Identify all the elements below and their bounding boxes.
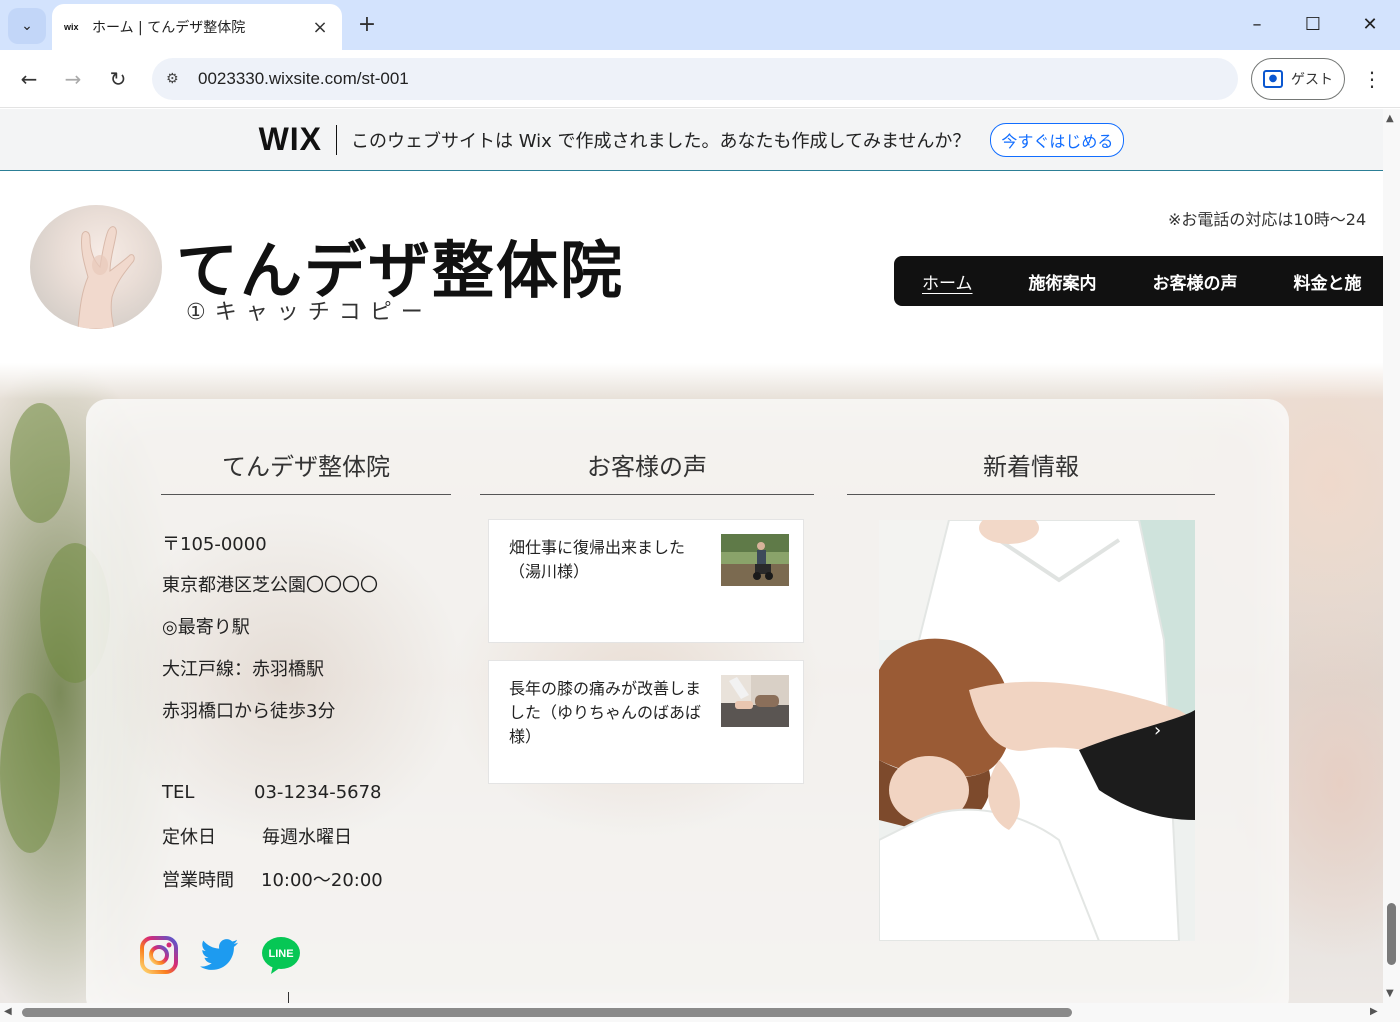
holiday-label: 定休日 bbox=[162, 827, 216, 848]
minimize-window-icon[interactable]: – bbox=[1241, 10, 1273, 40]
holiday-value: 毎週水曜日 bbox=[262, 827, 352, 848]
back-arrow-icon[interactable]: ← bbox=[14, 64, 44, 94]
twitter-icon[interactable] bbox=[200, 935, 240, 975]
close-tab-icon[interactable]: × bbox=[310, 17, 330, 38]
walking-distance: 赤羽橋口から徒歩3分 bbox=[162, 701, 336, 722]
banner-divider bbox=[336, 124, 337, 155]
guest-label: ゲスト bbox=[1291, 72, 1333, 88]
voice-card-text: 長年の膝の痛みが改善しました（ゆりちゃんのばあば様） bbox=[509, 679, 702, 746]
voice-card-text: 畑仕事に復帰出来ました（湯川様） bbox=[509, 538, 686, 581]
voices-column-title: お客様の声 bbox=[587, 453, 707, 481]
tab-title: ホーム | てんデザ整体院 bbox=[92, 20, 246, 36]
wix-logo[interactable]: WIX bbox=[259, 121, 322, 158]
plant-decoration bbox=[0, 693, 60, 853]
scroll-right-arrow-icon[interactable]: ▶ bbox=[1370, 1006, 1378, 1017]
logo-hand-image[interactable] bbox=[30, 205, 162, 329]
station-line: 大江戸線：赤羽橋駅 bbox=[162, 659, 324, 680]
instagram-icon[interactable] bbox=[139, 935, 179, 975]
forward-arrow-icon[interactable]: → bbox=[58, 64, 88, 94]
plant-decoration bbox=[10, 403, 70, 523]
news-image-massage[interactable] bbox=[879, 520, 1195, 941]
scroll-left-arrow-icon[interactable]: ◀ bbox=[4, 1006, 12, 1017]
hero-top-fade bbox=[0, 363, 1383, 399]
horizontal-scrollbar[interactable]: ◀ ▶ bbox=[0, 1003, 1400, 1022]
hours-label: 営業時間 bbox=[162, 870, 234, 891]
reload-icon[interactable]: ↻ bbox=[103, 64, 133, 94]
hours-row: 営業時間 10:00～20:00 bbox=[162, 866, 383, 892]
browser-tab-bar: ⌄ wix ホーム | てんデザ整体院 × + – ☐ ✕ bbox=[0, 0, 1400, 50]
new-tab-button[interactable]: + bbox=[354, 12, 380, 37]
voices-title-underline bbox=[480, 494, 814, 495]
nearest-station-label: ◎最寄り駅 bbox=[162, 617, 250, 638]
info-column-title: てんデザ整体院 bbox=[222, 453, 390, 481]
voice-card[interactable]: 畑仕事に復帰出来ました（湯川様） bbox=[488, 519, 804, 643]
wix-favicon-icon: wix bbox=[64, 22, 79, 32]
main-navigation: ホーム 施術案内 お客様の声 料金と施 bbox=[894, 256, 1383, 306]
nav-item-pricing[interactable]: 料金と施 bbox=[1294, 269, 1362, 294]
vertical-scroll-thumb[interactable] bbox=[1387, 903, 1396, 965]
holiday-row: 定休日 毎週水曜日 bbox=[162, 823, 352, 849]
tel-value[interactable]: 03-1234-5678 bbox=[254, 782, 382, 803]
postal-code: 〒105-0000 bbox=[162, 534, 267, 555]
line-icon[interactable]: LINE bbox=[261, 935, 301, 975]
nav-item-treatment[interactable]: 施術案内 bbox=[1029, 269, 1097, 294]
tel-row: TEL 03-1234-5678 bbox=[162, 782, 382, 803]
site-header: てんデザ整体院 ①キャッチコピー ※お電話の対応は10時～24 ホーム 施術案内… bbox=[0, 172, 1383, 363]
more-menu-icon[interactable]: ⋮ bbox=[1360, 64, 1384, 94]
voice-thumbnail-knee bbox=[721, 675, 789, 727]
maximize-window-icon[interactable]: ☐ bbox=[1297, 10, 1329, 40]
guest-profile-button[interactable]: ● ゲスト bbox=[1251, 58, 1345, 100]
info-title-underline bbox=[161, 494, 451, 495]
wix-banner-text: このウェブサイトは Wix で作成されました。あなたも作成してみませんか？ bbox=[351, 130, 971, 152]
catch-copy: ①キャッチコピー bbox=[186, 300, 432, 325]
address-bar[interactable]: ⚙ 0023330.wixsite.com/st-001 bbox=[152, 58, 1238, 100]
browser-toolbar: ← → ↻ ⚙ 0023330.wixsite.com/st-001 ● ゲスト… bbox=[0, 50, 1400, 108]
footer-divider bbox=[288, 992, 289, 1003]
active-tab[interactable]: wix ホーム | てんデザ整体院 × bbox=[52, 4, 342, 50]
nav-item-home[interactable]: ホーム bbox=[922, 269, 973, 294]
site-settings-icon[interactable]: ⚙ bbox=[166, 71, 186, 87]
address-line: 東京都港区芝公園〇〇〇〇 bbox=[162, 575, 378, 596]
line-icon-text: LINE bbox=[268, 948, 293, 960]
voice-card[interactable]: 長年の膝の痛みが改善しました（ゆりちゃんのばあば様） bbox=[488, 660, 804, 784]
chevron-down-icon: ⌄ bbox=[21, 18, 33, 34]
hours-value: 10:00～20:00 bbox=[261, 870, 383, 891]
scroll-down-arrow-icon[interactable]: ▼ bbox=[1386, 988, 1394, 999]
vertical-scrollbar[interactable]: ▲ ▼ bbox=[1383, 109, 1400, 1003]
tel-label: TEL bbox=[162, 782, 195, 803]
phone-hours-note: ※お電話の対応は10時～24 bbox=[1168, 210, 1367, 229]
hand-gesture-icon bbox=[77, 226, 135, 329]
news-title-underline bbox=[847, 494, 1215, 495]
horizontal-scroll-thumb[interactable] bbox=[22, 1008, 1072, 1017]
start-now-button[interactable]: 今すぐはじめる bbox=[990, 122, 1125, 157]
wix-ad-banner: WIX このウェブサイトは Wix で作成されました。あなたも作成してみませんか… bbox=[0, 109, 1383, 171]
news-next-arrow-icon[interactable]: › bbox=[1154, 720, 1161, 741]
url-text[interactable]: 0023330.wixsite.com/st-001 bbox=[198, 69, 409, 89]
voice-thumbnail-farming bbox=[721, 534, 789, 586]
nav-item-voices[interactable]: お客様の声 bbox=[1153, 269, 1238, 294]
tab-search-button[interactable]: ⌄ bbox=[8, 8, 46, 44]
profile-icon: ● bbox=[1263, 70, 1283, 88]
scroll-up-arrow-icon[interactable]: ▲ bbox=[1386, 113, 1394, 124]
news-column-title: 新着情報 bbox=[983, 453, 1079, 481]
close-window-icon[interactable]: ✕ bbox=[1354, 10, 1386, 40]
